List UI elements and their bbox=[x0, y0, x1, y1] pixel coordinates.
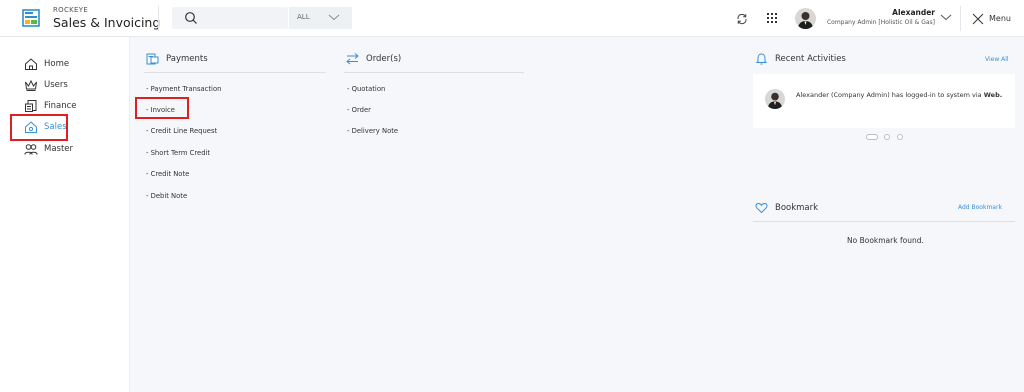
recent-activities-heading: Recent Activities bbox=[755, 52, 846, 65]
close-icon[interactable] bbox=[972, 13, 984, 25]
sidebar-item-master[interactable]: Master bbox=[24, 141, 73, 157]
header-divider bbox=[158, 6, 159, 31]
orders-heading-label: Order(s) bbox=[366, 53, 402, 64]
person-icon bbox=[798, 12, 813, 29]
search-icon[interactable] bbox=[184, 11, 198, 25]
sidebar-item-label: Users bbox=[44, 80, 68, 90]
finance-icon bbox=[25, 100, 37, 112]
link-delivery-note[interactable]: - Delivery Note bbox=[347, 127, 398, 135]
home-icon bbox=[25, 58, 37, 70]
highlight-box-invoice bbox=[135, 97, 189, 119]
header-divider bbox=[960, 6, 961, 31]
heart-icon bbox=[755, 202, 768, 214]
search-scope-value: ALL bbox=[297, 13, 310, 21]
activity-channel: Web. bbox=[983, 91, 1003, 99]
payments-heading-label: Payments bbox=[166, 53, 208, 64]
sidebar-item-label: Master bbox=[44, 144, 74, 154]
orders-divider bbox=[344, 72, 524, 73]
activity-user: Alexander (Company Admin) bbox=[796, 91, 890, 99]
users-icon bbox=[24, 144, 38, 155]
orders-heading: Order(s) bbox=[346, 52, 401, 65]
highlight-box-sales bbox=[10, 114, 68, 141]
carousel-dot-2[interactable] bbox=[884, 134, 890, 140]
refresh-icon[interactable] bbox=[735, 12, 749, 26]
activity-text: Alexander (Company Admin) has logged-in … bbox=[796, 91, 1002, 99]
link-payment-transaction[interactable]: - Payment Transaction bbox=[146, 85, 221, 93]
sidebar-item-home[interactable]: Home bbox=[24, 56, 69, 72]
app-title: Sales & Invoicing bbox=[53, 15, 161, 30]
sidebar-item-label: Finance bbox=[44, 101, 77, 111]
link-quotation[interactable]: - Quotation bbox=[347, 85, 385, 93]
user-avatar[interactable] bbox=[795, 8, 816, 29]
bookmark-empty-message: No Bookmark found. bbox=[847, 236, 924, 245]
recent-activities-label: Recent Activities bbox=[775, 53, 846, 64]
bookmark-label: Bookmark bbox=[775, 202, 819, 213]
user-role: Company Admin [Holistic Oil & Gas] bbox=[826, 19, 935, 26]
activity-avatar bbox=[765, 89, 785, 109]
app-logo-icon[interactable] bbox=[21, 8, 41, 28]
payments-heading: Payments bbox=[146, 52, 208, 65]
carousel-dot-3[interactable] bbox=[897, 134, 903, 140]
menu-button[interactable]: Menu bbox=[989, 14, 1011, 23]
apps-grid-icon[interactable] bbox=[765, 11, 779, 25]
link-credit-line-request[interactable]: - Credit Line Request bbox=[146, 127, 217, 135]
user-name[interactable]: Alexander bbox=[892, 8, 935, 17]
link-debit-note[interactable]: - Debit Note bbox=[146, 192, 187, 200]
swap-arrows-icon bbox=[346, 53, 359, 65]
link-short-term-credit[interactable]: - Short Term Credit bbox=[146, 149, 210, 157]
crown-icon bbox=[25, 79, 37, 91]
payments-icon bbox=[146, 53, 159, 65]
activity-card bbox=[753, 74, 1015, 128]
bookmark-divider bbox=[753, 221, 1015, 222]
person-icon bbox=[767, 92, 783, 109]
sidebar-item-finance[interactable]: Finance bbox=[24, 98, 77, 114]
link-credit-note[interactable]: - Credit Note bbox=[146, 170, 189, 178]
bookmark-heading: Bookmark bbox=[755, 201, 818, 214]
chevron-down-icon[interactable] bbox=[940, 12, 952, 22]
sidebar-item-users[interactable]: Users bbox=[24, 77, 68, 93]
brand-subtitle: ROCKEYE bbox=[53, 6, 89, 14]
link-order[interactable]: - Order bbox=[347, 106, 371, 114]
add-bookmark-link[interactable]: Add Bookmark bbox=[958, 204, 1002, 211]
carousel-dot-1[interactable] bbox=[866, 134, 878, 140]
payments-divider bbox=[144, 72, 326, 73]
activity-message: has logged-in to system via bbox=[889, 91, 984, 99]
bell-icon bbox=[755, 53, 768, 65]
chevron-down-icon[interactable] bbox=[328, 12, 340, 22]
view-all-link[interactable]: View All bbox=[985, 56, 1009, 63]
sidebar-item-label: Home bbox=[44, 59, 70, 69]
